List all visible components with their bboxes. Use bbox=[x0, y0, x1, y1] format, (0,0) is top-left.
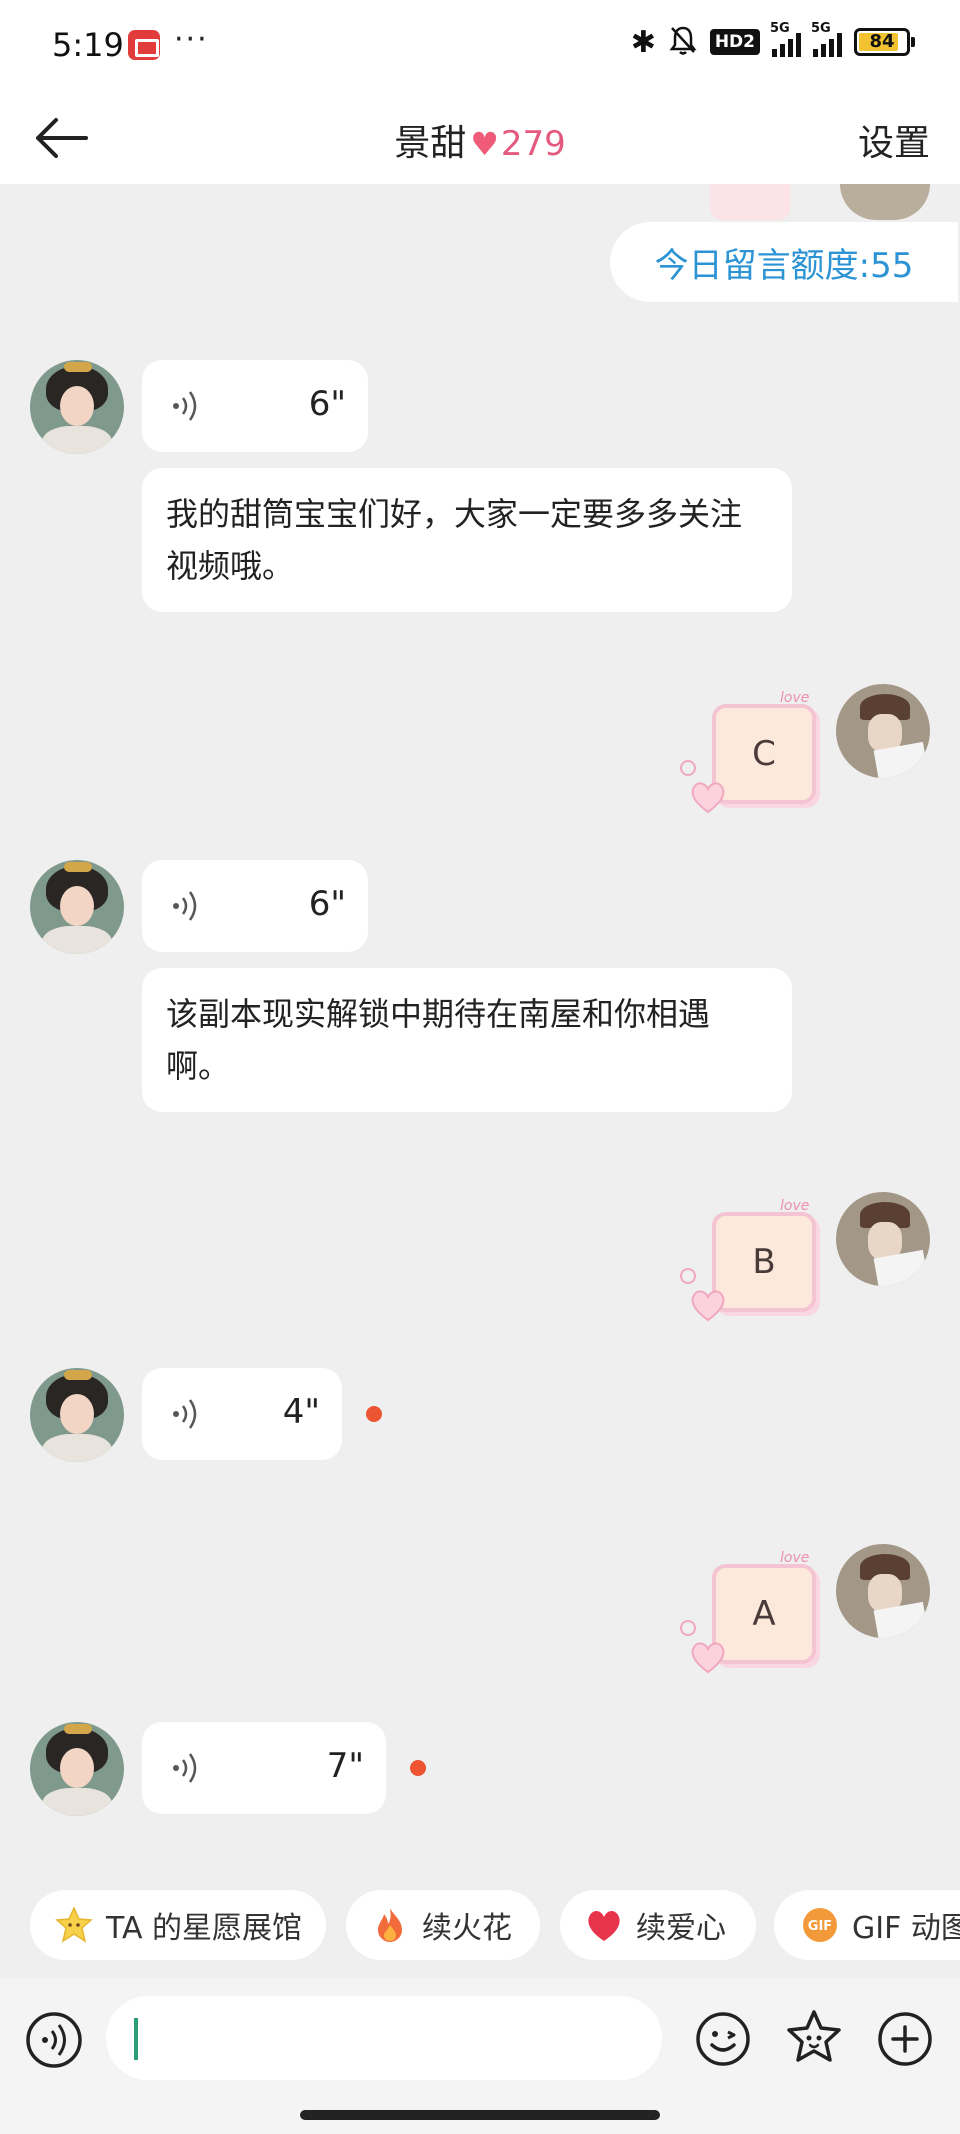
sticker-message[interactable]: love B bbox=[676, 1198, 820, 1322]
voice-wave-icon bbox=[173, 391, 197, 421]
chip-fire[interactable]: 续火花 bbox=[346, 1890, 540, 1960]
star-wish-button[interactable] bbox=[784, 2008, 844, 2068]
contact-avatar[interactable] bbox=[30, 860, 124, 954]
sticker-message-partial bbox=[710, 184, 790, 220]
heart-icon bbox=[584, 1905, 624, 1945]
text-caret bbox=[134, 2018, 138, 2060]
user-avatar[interactable] bbox=[836, 684, 930, 778]
mute-bell-icon bbox=[668, 24, 698, 60]
voice-input-icon bbox=[26, 2012, 82, 2068]
voice-duration: 4" bbox=[282, 1392, 320, 1432]
signal-icon: 5G bbox=[770, 21, 801, 57]
voice-wave-icon bbox=[173, 891, 197, 921]
message-quota-badge: 今日留言额度:55 bbox=[610, 222, 958, 302]
star-face-icon bbox=[787, 2010, 841, 2062]
chip-label: 续爱心 bbox=[636, 1911, 726, 1946]
contact-name: 景甜 bbox=[394, 123, 467, 164]
contact-avatar[interactable] bbox=[30, 1722, 124, 1816]
user-avatar[interactable] bbox=[836, 1192, 930, 1286]
voice-duration: 6" bbox=[308, 884, 346, 924]
emoji-button[interactable] bbox=[694, 2010, 752, 2068]
chip-label: 续火花 bbox=[422, 1911, 512, 1946]
more-button[interactable] bbox=[876, 2010, 934, 2068]
voice-duration: 7" bbox=[326, 1746, 364, 1786]
contact-avatar[interactable] bbox=[30, 360, 124, 454]
chat-title: 景甜 ♥279 bbox=[0, 114, 960, 166]
contact-avatar[interactable] bbox=[30, 1368, 124, 1462]
chip-label: TA 的星愿展馆 bbox=[106, 1911, 303, 1946]
heart-count: 279 bbox=[500, 124, 566, 164]
chat-area[interactable]: 今日留言额度:55 6" 我的甜筒宝宝们好，大家一定要多多关注视频哦。 love… bbox=[0, 184, 960, 1884]
chip-heart[interactable]: 续爱心 bbox=[560, 1890, 756, 1960]
fire-icon bbox=[370, 1905, 410, 1945]
gif-icon: GIF bbox=[800, 1905, 840, 1945]
settings-button[interactable]: 设置 bbox=[858, 114, 930, 166]
user-avatar[interactable] bbox=[836, 1544, 930, 1638]
sticker-heart-icon bbox=[691, 782, 725, 814]
voice-duration: 6" bbox=[308, 384, 346, 424]
nav-bar: 景甜 ♥279 设置 bbox=[0, 92, 960, 184]
battery-icon: 84 bbox=[854, 28, 915, 56]
status-time: 5:19 bbox=[52, 26, 124, 64]
plus-icon bbox=[878, 2012, 932, 2066]
sticker-message[interactable]: love A bbox=[676, 1550, 820, 1674]
capcut-icon bbox=[128, 30, 160, 60]
svg-text:GIF: GIF bbox=[808, 1919, 832, 1934]
heart-icon: ♥ bbox=[470, 125, 499, 163]
user-avatar-partial bbox=[840, 184, 930, 220]
quick-actions-bar: TA 的星愿展馆 续火花 续爱心 GIF GIF 动图 bbox=[0, 1890, 960, 1962]
chip-star-wish[interactable]: TA 的星愿展馆 bbox=[30, 1890, 326, 1960]
voice-message[interactable]: 6" bbox=[142, 360, 368, 452]
voice-input-button[interactable] bbox=[24, 2010, 84, 2070]
sticker-heart-icon bbox=[691, 1642, 725, 1674]
voice-wave-icon bbox=[173, 1753, 197, 1783]
voice-wave-icon bbox=[173, 1399, 197, 1429]
status-bar: 5:19 ··· ✱ HD2 5G 5G 84 bbox=[0, 0, 960, 92]
unread-dot bbox=[410, 1760, 426, 1776]
battery-level: 84 bbox=[869, 31, 895, 52]
message-input[interactable] bbox=[106, 1996, 662, 2080]
text-message[interactable]: 该副本现实解锁中期待在南屋和你相遇啊。 bbox=[142, 968, 792, 1112]
bluetooth-icon: ✱ bbox=[630, 24, 656, 60]
unread-dot bbox=[366, 1406, 382, 1422]
home-indicator[interactable] bbox=[300, 2110, 660, 2120]
chip-gif[interactable]: GIF GIF 动图 bbox=[774, 1890, 960, 1960]
input-bar bbox=[0, 1978, 960, 2134]
hd-voice-icon: HD2 bbox=[709, 29, 760, 55]
voice-message[interactable]: 7" bbox=[142, 1722, 386, 1814]
voice-message[interactable]: 6" bbox=[142, 860, 368, 952]
emoji-icon bbox=[696, 2012, 750, 2066]
sticker-heart-icon bbox=[691, 1290, 725, 1322]
voice-message[interactable]: 4" bbox=[142, 1368, 342, 1460]
status-more-dots: ··· bbox=[174, 22, 209, 57]
chip-label: GIF 动图 bbox=[852, 1911, 960, 1946]
signal-icon-2: 5G bbox=[811, 21, 842, 57]
text-message[interactable]: 我的甜筒宝宝们好，大家一定要多多关注视频哦。 bbox=[142, 468, 792, 612]
star-icon bbox=[54, 1905, 94, 1945]
sticker-message[interactable]: love C bbox=[676, 690, 820, 814]
